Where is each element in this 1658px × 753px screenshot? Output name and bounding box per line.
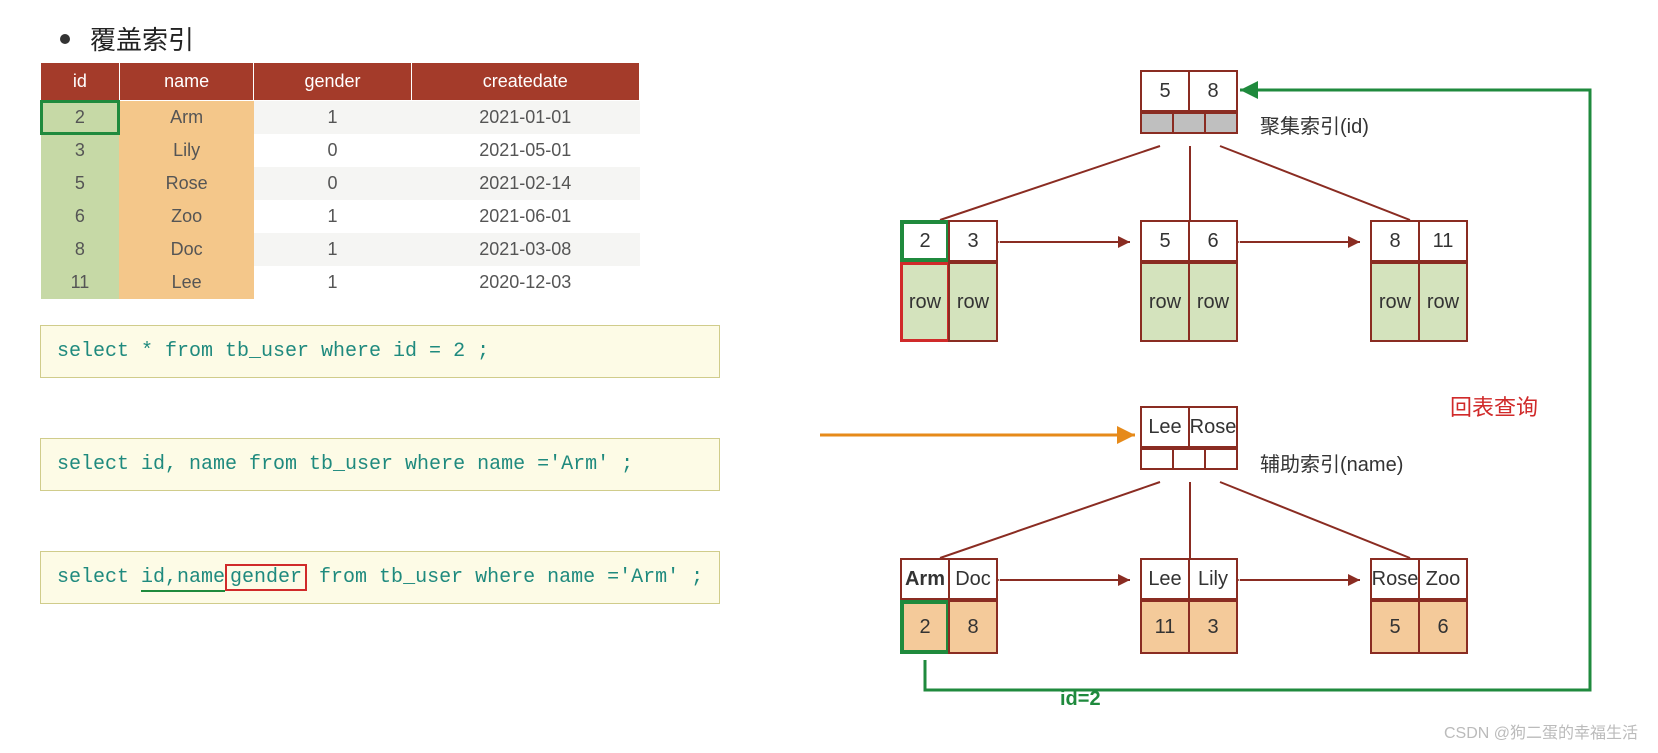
cell-gender: 1 xyxy=(254,233,411,266)
cell-date: 2021-02-14 xyxy=(411,167,639,200)
cell-date: 2021-05-01 xyxy=(411,134,639,167)
cell-id: 3 xyxy=(41,134,120,167)
data-table: id name gender createdate 2Arm12021-01-0… xyxy=(40,62,640,299)
cell-id: 8 xyxy=(41,233,120,266)
cell-id: 11 xyxy=(41,266,120,299)
th-createdate: createdate xyxy=(411,63,639,101)
sql3-post: from tb_user where name ='Arm' ; xyxy=(307,566,703,589)
cluster-leaf-row: row xyxy=(1418,262,1468,342)
aux-leaf-key: Lee xyxy=(1140,558,1190,600)
bullet-icon xyxy=(60,34,70,44)
aux-leaf-key: Zoo xyxy=(1418,558,1468,600)
cell-id: 2 xyxy=(41,101,120,135)
ptr xyxy=(1172,112,1206,134)
aux-leaf-key: Lily xyxy=(1188,558,1238,600)
cell-date: 2020-12-03 xyxy=(411,266,639,299)
cell-gender: 1 xyxy=(254,200,411,233)
aux-leaf-key: Arm xyxy=(900,558,950,600)
cluster-leaf-key: 11 xyxy=(1418,220,1468,262)
th-gender: gender xyxy=(254,63,411,101)
aux-root-1: Rose xyxy=(1188,406,1238,448)
tree-diagram: 5 8 聚集索引(id) 23rowrow56rowrow811rowrow L… xyxy=(820,60,1620,720)
aux-label: 辅助索引(name) xyxy=(1260,448,1403,477)
cluster-leaf-key: 5 xyxy=(1140,220,1190,262)
id-eq-label: id=2 xyxy=(1060,688,1101,711)
cluster-leaf-row: row xyxy=(1140,262,1190,342)
ptr xyxy=(1204,448,1238,470)
sql-2: select id, name from tb_user where name … xyxy=(40,438,720,491)
cell-gender: 1 xyxy=(254,266,411,299)
page-title: 覆盖索引 xyxy=(90,20,194,57)
cell-gender: 0 xyxy=(254,167,411,200)
aux-root-0: Lee xyxy=(1140,406,1190,448)
sql-3: select id,namegender from tb_user where … xyxy=(40,551,720,604)
cell-name: Zoo xyxy=(119,200,254,233)
sql3-idname: id,name xyxy=(141,566,225,592)
cell-id: 6 xyxy=(41,200,120,233)
cluster-leaf-row: row xyxy=(1370,262,1420,342)
cluster-leaf-row: row xyxy=(948,262,998,342)
cluster-leaf-key: 6 xyxy=(1188,220,1238,262)
cell-id: 5 xyxy=(41,167,120,200)
sql-1: select * from tb_user where id = 2 ; xyxy=(40,325,720,378)
cell-name: Lee xyxy=(119,266,254,299)
th-id: id xyxy=(41,63,120,101)
cell-date: 2021-06-01 xyxy=(411,200,639,233)
ptr xyxy=(1140,112,1174,134)
cell-gender: 0 xyxy=(254,134,411,167)
cluster-label: 聚集索引(id) xyxy=(1260,110,1369,139)
aux-leaf-id: 11 xyxy=(1140,600,1190,654)
cell-name: Doc xyxy=(119,233,254,266)
ptr xyxy=(1172,448,1206,470)
cluster-leaf-key: 2 xyxy=(900,220,950,262)
cluster-leaf-row: row xyxy=(1188,262,1238,342)
aux-leaf-id: 2 xyxy=(900,600,950,654)
aux-leaf-key: Doc xyxy=(948,558,998,600)
table-row: 8Doc12021-03-08 xyxy=(41,233,640,266)
cell-date: 2021-03-08 xyxy=(411,233,639,266)
cluster-leaf-key: 8 xyxy=(1370,220,1420,262)
aux-leaf-key: Rose xyxy=(1370,558,1420,600)
table-row: 5Rose02021-02-14 xyxy=(41,167,640,200)
table-row: 2Arm12021-01-01 xyxy=(41,101,640,135)
watermark: CSDN @狗二蛋的幸福生活 xyxy=(1444,719,1638,743)
sql3-pre: select xyxy=(57,566,141,589)
cell-name: Arm xyxy=(119,101,254,135)
ptr xyxy=(1204,112,1238,134)
aux-leaf-id: 3 xyxy=(1188,600,1238,654)
aux-leaf-id: 5 xyxy=(1370,600,1420,654)
cluster-root-0: 5 xyxy=(1140,70,1190,112)
table-row: 11Lee12020-12-03 xyxy=(41,266,640,299)
back-query-label: 回表查询 xyxy=(1450,390,1538,422)
aux-leaf-id: 8 xyxy=(948,600,998,654)
cell-name: Lily xyxy=(119,134,254,167)
sql3-gender: gender xyxy=(225,564,307,591)
th-name: name xyxy=(119,63,254,101)
cluster-leaf-key: 3 xyxy=(948,220,998,262)
cluster-root-1: 8 xyxy=(1188,70,1238,112)
table-row: 6Zoo12021-06-01 xyxy=(41,200,640,233)
aux-leaf-id: 6 xyxy=(1418,600,1468,654)
cell-gender: 1 xyxy=(254,101,411,135)
ptr xyxy=(1140,448,1174,470)
cell-name: Rose xyxy=(119,167,254,200)
cluster-leaf-row: row xyxy=(900,262,950,342)
cell-date: 2021-01-01 xyxy=(411,101,639,135)
table-row: 3Lily02021-05-01 xyxy=(41,134,640,167)
